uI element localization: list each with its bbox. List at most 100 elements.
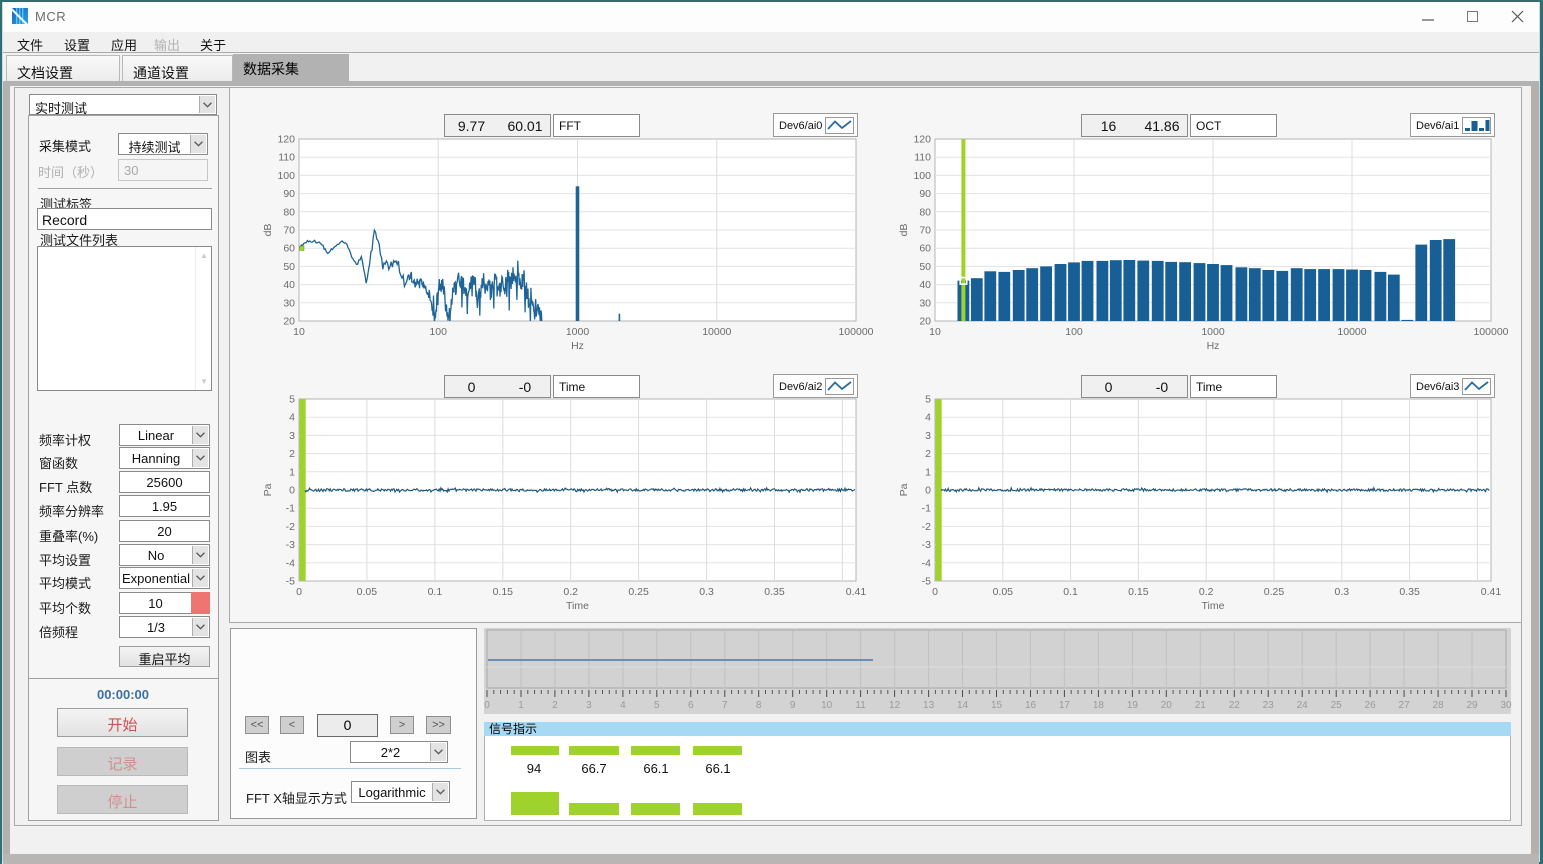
svg-text:13: 13 — [923, 700, 935, 711]
svg-text:30: 30 — [283, 297, 295, 309]
svg-text:50: 50 — [919, 261, 931, 273]
svg-text:0.41: 0.41 — [1481, 586, 1502, 598]
svg-text:0: 0 — [484, 700, 490, 711]
svg-text:0.15: 0.15 — [493, 586, 514, 598]
svg-text:90: 90 — [919, 188, 931, 200]
svg-text:29: 29 — [1466, 700, 1478, 711]
svg-text:1: 1 — [518, 700, 524, 711]
svg-text:2: 2 — [552, 700, 558, 711]
svg-text:27: 27 — [1399, 700, 1411, 711]
svg-text:0.25: 0.25 — [1264, 586, 1285, 598]
svg-text:0.1: 0.1 — [1063, 586, 1078, 598]
svg-text:100: 100 — [277, 170, 295, 182]
svg-text:-1: -1 — [922, 503, 931, 515]
svg-text:-3: -3 — [922, 539, 931, 551]
svg-text:dB: dB — [898, 224, 910, 237]
svg-text:-1: -1 — [286, 503, 295, 515]
svg-text:4: 4 — [925, 412, 931, 424]
svg-text:dB: dB — [262, 224, 274, 237]
svg-text:3: 3 — [289, 430, 295, 442]
svg-text:70: 70 — [919, 225, 931, 237]
svg-text:28: 28 — [1433, 700, 1445, 711]
svg-text:0.05: 0.05 — [993, 586, 1014, 598]
svg-text:0: 0 — [296, 586, 302, 598]
svg-text:18: 18 — [1093, 700, 1105, 711]
svg-text:5: 5 — [925, 394, 931, 406]
svg-text:80: 80 — [919, 206, 931, 218]
svg-text:12: 12 — [889, 700, 901, 711]
svg-text:3: 3 — [925, 430, 931, 442]
svg-text:120: 120 — [277, 134, 295, 146]
svg-text:1: 1 — [925, 466, 931, 478]
svg-text:30: 30 — [919, 297, 931, 309]
svg-text:-2: -2 — [922, 521, 931, 533]
svg-text:4: 4 — [620, 700, 626, 711]
svg-text:26: 26 — [1365, 700, 1377, 711]
svg-text:90: 90 — [283, 188, 295, 200]
svg-text:21: 21 — [1195, 700, 1207, 711]
svg-text:120: 120 — [913, 134, 931, 146]
svg-text:10: 10 — [293, 326, 305, 338]
svg-text:Pa: Pa — [262, 483, 274, 496]
svg-text:0.35: 0.35 — [764, 586, 785, 598]
svg-text:0.1: 0.1 — [428, 586, 443, 598]
svg-text:6: 6 — [688, 700, 694, 711]
svg-text:Time: Time — [1202, 600, 1225, 612]
svg-text:10: 10 — [821, 700, 833, 711]
svg-text:0.05: 0.05 — [357, 586, 378, 598]
svg-text:1: 1 — [289, 466, 295, 478]
svg-text:110: 110 — [278, 152, 295, 164]
svg-text:-5: -5 — [286, 576, 295, 588]
svg-text:5: 5 — [289, 394, 295, 406]
svg-text:10000: 10000 — [702, 326, 731, 338]
svg-text:22: 22 — [1229, 700, 1241, 711]
svg-text:14: 14 — [957, 700, 969, 711]
svg-text:5: 5 — [654, 700, 660, 711]
svg-text:24: 24 — [1297, 700, 1309, 711]
svg-text:100000: 100000 — [838, 326, 873, 338]
svg-text:-4: -4 — [286, 557, 295, 569]
svg-text:15: 15 — [991, 700, 1003, 711]
svg-text:2: 2 — [925, 448, 931, 460]
svg-text:4: 4 — [289, 412, 295, 424]
svg-text:60: 60 — [283, 243, 295, 255]
svg-text:10000: 10000 — [1337, 326, 1366, 338]
svg-text:1000: 1000 — [566, 326, 590, 338]
svg-text:3: 3 — [586, 700, 592, 711]
svg-text:0.25: 0.25 — [628, 586, 649, 598]
svg-text:0.3: 0.3 — [1334, 586, 1349, 598]
svg-text:7: 7 — [722, 700, 728, 711]
svg-text:Hz: Hz — [571, 340, 584, 352]
svg-text:23: 23 — [1263, 700, 1275, 711]
svg-text:100: 100 — [913, 170, 931, 182]
svg-text:70: 70 — [283, 225, 295, 237]
svg-text:Time: Time — [566, 600, 589, 612]
svg-text:16: 16 — [1025, 700, 1037, 711]
svg-text:-2: -2 — [286, 521, 295, 533]
svg-text:40: 40 — [919, 279, 931, 291]
svg-text:60: 60 — [919, 243, 931, 255]
svg-text:0.3: 0.3 — [699, 586, 714, 598]
svg-text:8: 8 — [756, 700, 762, 711]
svg-text:0.2: 0.2 — [1199, 586, 1214, 598]
svg-text:9: 9 — [790, 700, 796, 711]
svg-text:100: 100 — [429, 326, 447, 338]
svg-text:Pa: Pa — [898, 483, 910, 496]
svg-text:17: 17 — [1059, 700, 1071, 711]
svg-text:110: 110 — [914, 152, 931, 164]
svg-text:10: 10 — [929, 326, 941, 338]
svg-text:19: 19 — [1127, 700, 1139, 711]
svg-text:80: 80 — [283, 206, 295, 218]
svg-text:40: 40 — [283, 279, 295, 291]
svg-text:0: 0 — [932, 586, 938, 598]
svg-text:100000: 100000 — [1473, 326, 1508, 338]
svg-text:11: 11 — [855, 700, 866, 711]
svg-text:20: 20 — [1161, 700, 1173, 711]
svg-text:30: 30 — [1500, 700, 1512, 711]
svg-text:2: 2 — [289, 448, 295, 460]
svg-text:0.41: 0.41 — [846, 586, 867, 598]
svg-text:50: 50 — [283, 261, 295, 273]
svg-text:1000: 1000 — [1201, 326, 1225, 338]
svg-text:-5: -5 — [922, 576, 931, 588]
svg-text:0.35: 0.35 — [1399, 586, 1420, 598]
